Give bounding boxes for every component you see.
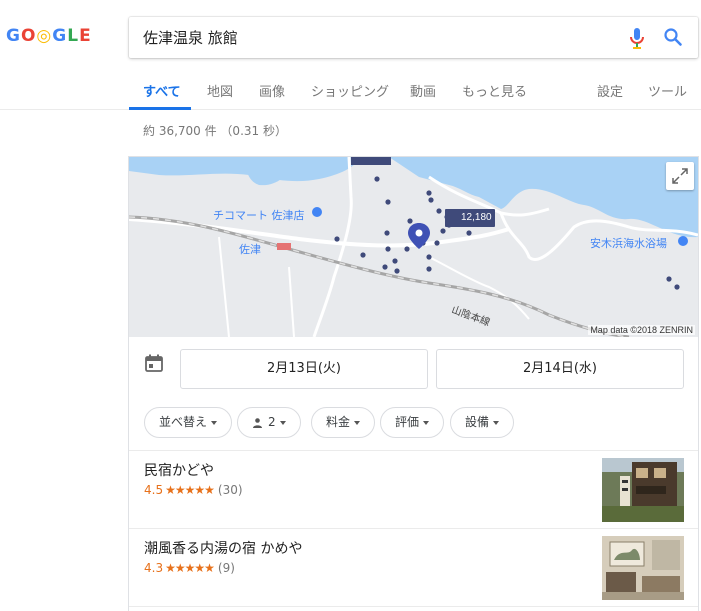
- result-stats: 約 36,700 件 （0.31 秒）: [143, 124, 287, 138]
- chevron-down-icon: [354, 420, 361, 425]
- tab-settings[interactable]: 設定: [597, 81, 623, 100]
- tab-maps[interactable]: 地図: [207, 81, 233, 100]
- search-box: [129, 17, 698, 58]
- map-label-beach: 安木浜海水浴場: [590, 237, 667, 250]
- divider: [129, 450, 698, 451]
- header: GO◎GLE すべて 地図 画像 ショッピング 動画 もっと見る 設定 ツール: [0, 0, 701, 110]
- logo-letter: L: [67, 26, 80, 46]
- hotel-listing[interactable]: 民宿かどや 4.5 ★★★★★ (30): [129, 458, 698, 534]
- microphone-icon[interactable]: [627, 27, 647, 49]
- tab-shopping[interactable]: ショッピング: [311, 81, 389, 100]
- logo-letter: ◎: [36, 26, 53, 46]
- hotel-name[interactable]: 潮風香る内湯の宿 かめや: [144, 538, 302, 558]
- expand-icon: [672, 168, 688, 184]
- hotel-photo-image: [602, 536, 684, 600]
- guests-chip[interactable]: 2: [237, 407, 301, 438]
- divider: [129, 606, 698, 607]
- rating-chip-label: 評価: [395, 415, 420, 429]
- checkout-date-button[interactable]: 2月14日(水): [436, 349, 684, 389]
- search-input[interactable]: [143, 17, 613, 58]
- checkin-date-button[interactable]: 2月13日(火): [180, 349, 428, 389]
- hotel-name[interactable]: 民宿かどや: [144, 460, 214, 480]
- price-chip[interactable]: 料金: [311, 407, 376, 438]
- tab-all[interactable]: すべて: [143, 81, 181, 100]
- chevron-down-icon: [493, 420, 500, 425]
- logo-letter: E: [79, 26, 92, 46]
- map[interactable]: 12,180 チコマート 佐津店 佐津 安木浜海水浴場 山陰本線 Map dat…: [129, 157, 698, 337]
- person-icon: [253, 417, 262, 428]
- filter-chips: 並べ替え 2 料金 評価 設備: [129, 405, 698, 441]
- chevron-down-icon: [211, 420, 218, 425]
- amenities-chip[interactable]: 設備: [450, 407, 515, 438]
- tab-images[interactable]: 画像: [259, 81, 285, 100]
- hotel-rating: 4.3 ★★★★★ (9): [144, 561, 235, 575]
- search-icon[interactable]: [663, 27, 683, 47]
- guests-chip-label: 2: [268, 415, 276, 429]
- rating-value: 4.3: [144, 561, 164, 575]
- amenities-chip-label: 設備: [465, 415, 490, 429]
- search-tabs: すべて 地図 画像 ショッピング 動画 もっと見る 設定 ツール: [0, 72, 701, 110]
- star-rating-icon: ★★★★★: [165, 483, 215, 497]
- tab-more[interactable]: もっと見る: [462, 81, 527, 100]
- map-expand-button[interactable]: [666, 162, 694, 190]
- calendar-icon: [145, 354, 163, 372]
- hotel-photo-image: [602, 458, 684, 522]
- map-attribution: Map data ©2018 ZENRIN: [588, 325, 695, 335]
- map-label-price[interactable]: 12,180: [461, 212, 492, 223]
- google-doodle-logo[interactable]: GO◎GLE: [6, 26, 92, 46]
- map-label-store: チコマート 佐津店: [213, 209, 305, 222]
- logo-letter: G: [6, 26, 21, 46]
- sort-chip-label: 並べ替え: [159, 415, 208, 429]
- hotel-photo[interactable]: [602, 458, 684, 522]
- tab-tools[interactable]: ツール: [648, 81, 687, 100]
- chevron-down-icon: [279, 420, 286, 425]
- active-tab-indicator: [129, 107, 191, 110]
- rating-chip[interactable]: 評価: [380, 407, 445, 438]
- star-rating-icon: ★★★★★: [165, 561, 215, 575]
- hotel-rating: 4.5 ★★★★★ (30): [144, 483, 243, 497]
- price-chip-label: 料金: [326, 415, 351, 429]
- hotel-photo[interactable]: [602, 536, 684, 600]
- review-count: (9): [217, 561, 235, 575]
- logo-letter: G: [52, 26, 68, 46]
- map-label-station: 佐津: [239, 243, 261, 256]
- chevron-down-icon: [423, 420, 430, 425]
- date-selector: 2月13日(火) 2月14日(水): [129, 337, 698, 393]
- review-count: (30): [217, 483, 243, 497]
- logo-letter: O: [20, 26, 37, 46]
- tab-videos[interactable]: 動画: [410, 81, 436, 100]
- hotel-listing[interactable]: 潮風香る内湯の宿 かめや 4.3 ★★★★★ (9): [129, 536, 698, 611]
- divider: [129, 528, 698, 529]
- hotel-results-card: 12,180 チコマート 佐津店 佐津 安木浜海水浴場 山陰本線 Map dat…: [128, 156, 699, 611]
- rating-value: 4.5: [144, 483, 164, 497]
- sort-chip[interactable]: 並べ替え: [144, 407, 233, 438]
